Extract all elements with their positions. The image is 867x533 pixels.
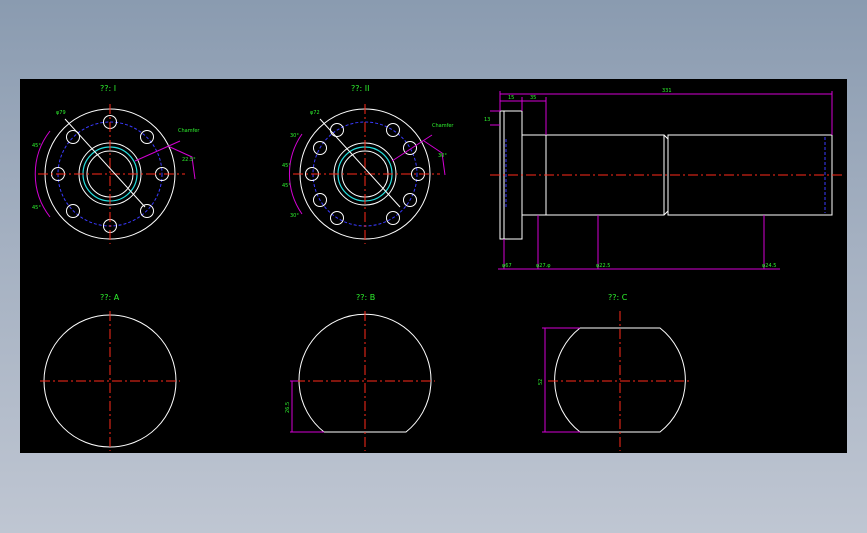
dim-width: 52 (538, 379, 544, 385)
section-b: ??: B 26.5 (285, 293, 435, 451)
dim-angle-b: 45° (32, 205, 41, 211)
dim-angle-c: 22.5° (182, 157, 196, 163)
dim-d1: φ67 (502, 263, 512, 269)
dim-d4: φ24.5 (762, 263, 776, 269)
dim-a3: 45° (282, 183, 291, 189)
dim-a2: 45° (282, 163, 291, 169)
section-a: ??: A (40, 293, 180, 451)
dim-diameter: φ72 (310, 110, 320, 116)
dim-angle-c: 30° (438, 153, 447, 159)
dim-d2: φ27.φ (536, 263, 551, 269)
dim-a1: 30° (290, 133, 299, 139)
dim-h: 13 (484, 117, 490, 123)
dim-d3: φ22.5 (596, 263, 610, 269)
view-title-2: ??: II (351, 84, 369, 93)
section-c: ??: C 52 (538, 293, 692, 451)
view-title-1: ??: I (100, 84, 116, 93)
flange-view-2: ??: II φ72 30° 45° 45° 30° Chamfer 30° (282, 84, 454, 244)
diameter-leader (319, 118, 401, 208)
cad-drawing: ??: I φ79 45° 45° Chamfer 22.5° ??: II φ… (32, 84, 842, 451)
dim-chamfer: Chamfer (178, 128, 200, 134)
dim-chamfer: Chamfer (432, 123, 454, 129)
chamfer-leader (391, 134, 433, 162)
diameter-leader (64, 118, 146, 208)
dim-a4: 30° (290, 213, 299, 219)
view-title-b: ??: B (356, 293, 375, 302)
view-title-a: ??: A (100, 293, 120, 302)
dim-l1: 15 (508, 95, 514, 101)
dim-l2: 35 (530, 95, 536, 101)
dim-flat: 26.5 (285, 402, 291, 413)
flange-view-1: ??: I φ79 45° 45° Chamfer 22.5° (32, 84, 200, 244)
shaft-side-view: 331 15 35 13 φ67 φ27.φ φ22.5 φ24.5 (484, 88, 842, 270)
dim-diameter: φ79 (56, 110, 66, 116)
dim-total: 331 (662, 88, 672, 94)
view-title-c: ??: C (608, 293, 628, 302)
cad-drawing-viewport[interactable]: ??: I φ79 45° 45° Chamfer 22.5° ??: II φ… (20, 79, 847, 453)
dim-angle-a: 45° (32, 143, 41, 149)
